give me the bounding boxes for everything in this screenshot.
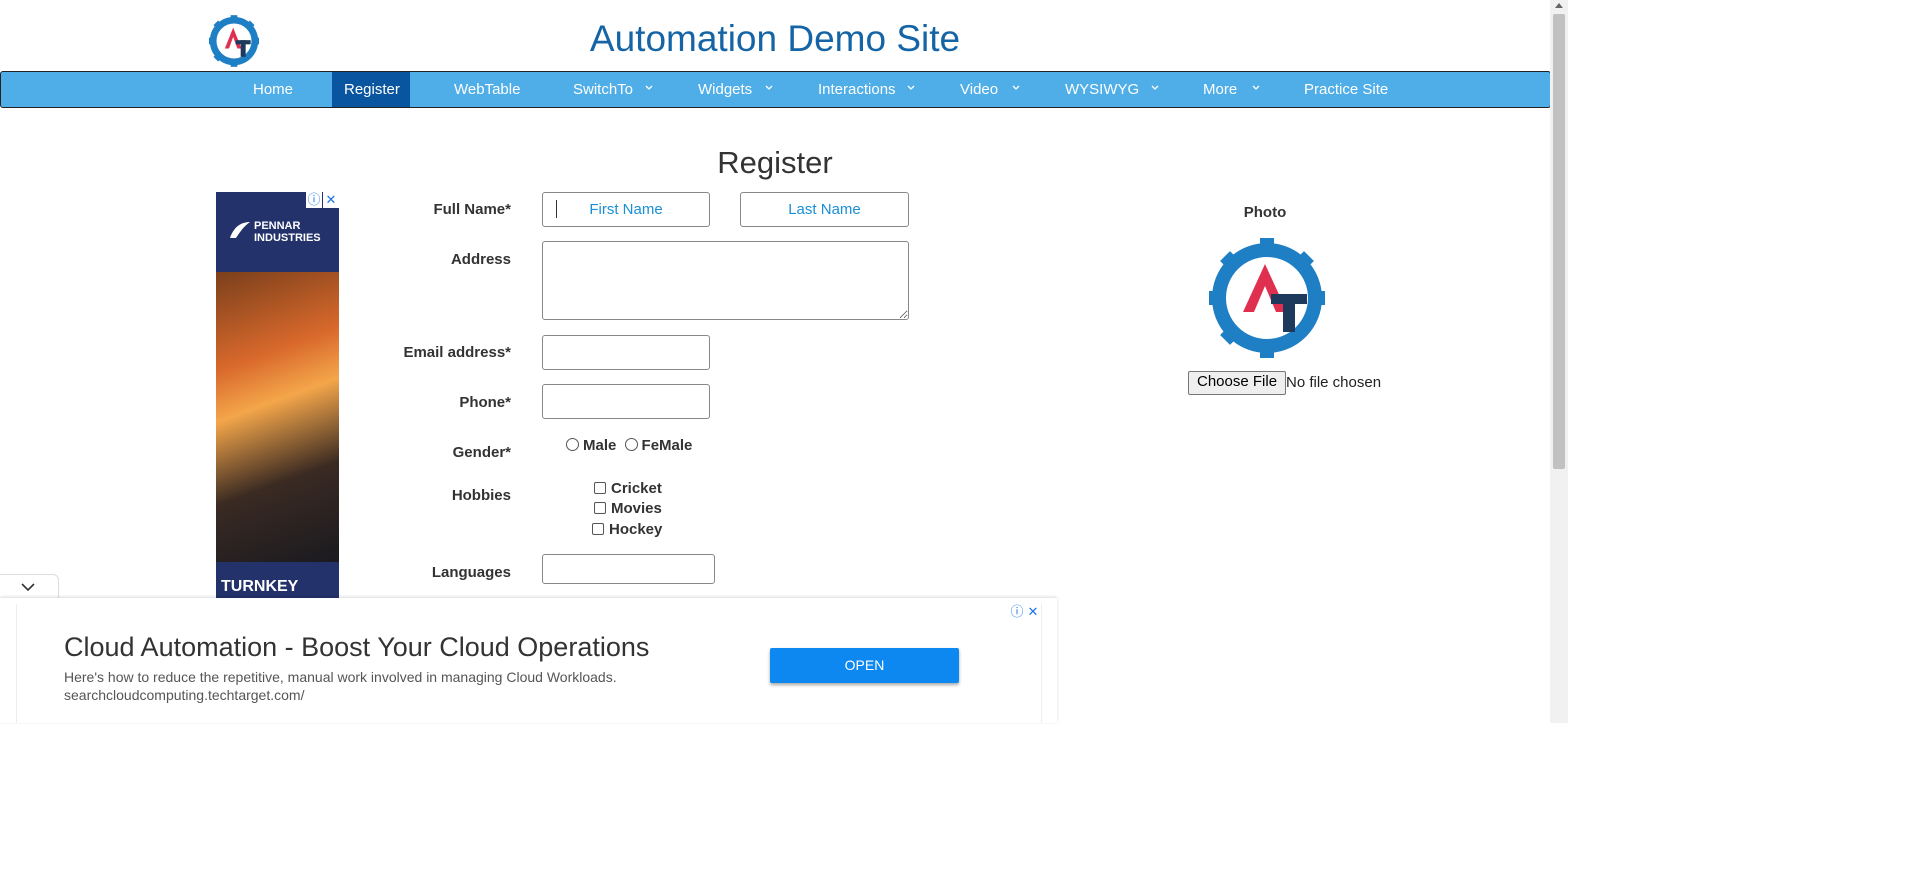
bottom-ad-url[interactable]: searchcloudcomputing.techtarget.com/ — [64, 687, 304, 703]
ad-open-button[interactable]: OPEN — [770, 648, 959, 683]
file-status-text: No file chosen — [1286, 374, 1382, 391]
chevron-down-icon[interactable] — [645, 84, 653, 92]
nav-home[interactable]: Home — [241, 72, 305, 107]
phone-input[interactable] — [542, 384, 710, 419]
hobby-hockey-label[interactable]: Hockey — [609, 521, 662, 538]
chevron-down-icon[interactable] — [765, 84, 773, 92]
photo-label: Photo — [1243, 204, 1287, 221]
ad-collapse-tab[interactable] — [0, 574, 59, 599]
close-icon[interactable]: ✕ — [1025, 604, 1041, 620]
vertical-scrollbar[interactable] — [1550, 0, 1568, 723]
text-cursor — [556, 200, 557, 218]
address-label: Address — [450, 251, 511, 268]
scroll-up-arrow-icon[interactable] — [1555, 3, 1563, 8]
full-name-label: Full Name* — [433, 201, 511, 218]
hobby-hockey[interactable]: Hockey — [592, 521, 662, 538]
gender-label: Gender* — [452, 444, 511, 461]
chevron-down-icon[interactable] — [21, 582, 35, 592]
languages-label: Languages — [431, 564, 511, 581]
gender-options: Male FeMale — [566, 437, 692, 454]
nav-interactions[interactable]: Interactions — [806, 72, 908, 107]
nav-practice-site[interactable]: Practice Site — [1292, 72, 1400, 107]
gender-female-label[interactable]: FeMale — [642, 437, 693, 454]
brand-logo-icon — [230, 222, 250, 238]
choose-file-button[interactable]: Choose File — [1188, 371, 1287, 395]
hobby-movies-label[interactable]: Movies — [611, 500, 662, 517]
hobby-cricket-label[interactable]: Cricket — [611, 480, 662, 497]
first-name-input[interactable] — [542, 192, 710, 227]
last-name-input[interactable] — [740, 192, 909, 227]
chevron-down-icon[interactable] — [1151, 84, 1159, 92]
gender-female-radio[interactable] — [624, 438, 638, 451]
hobby-movies[interactable]: Movies — [594, 500, 662, 517]
chevron-down-icon[interactable] — [1252, 84, 1260, 92]
email-input[interactable] — [542, 335, 710, 370]
ad-tagline: TURNKEY — [221, 578, 299, 595]
nav-widgets[interactable]: Widgets — [686, 72, 764, 107]
nav-switchto[interactable]: SwitchTo — [561, 72, 645, 107]
address-textarea[interactable] — [542, 241, 909, 320]
hobby-hockey-checkbox[interactable] — [592, 523, 604, 535]
ad-image — [216, 272, 339, 562]
languages-multiselect[interactable] — [542, 554, 715, 584]
gender-male-radio[interactable] — [566, 438, 579, 451]
ad-brand-line2: INDUSTRIES — [254, 232, 321, 244]
chevron-down-icon[interactable] — [907, 84, 915, 92]
gender-male-label[interactable]: Male — [583, 437, 616, 454]
site-header: Automation Demo Site — [0, 0, 1550, 72]
page-title: Register — [717, 145, 833, 180]
bottom-ad-description: Here's how to reduce the repetitive, man… — [64, 669, 617, 685]
scrollbar-thumb[interactable] — [1553, 14, 1565, 469]
chevron-down-icon[interactable] — [1012, 84, 1020, 92]
info-icon[interactable]: ⓘ — [1009, 604, 1025, 620]
nav-video[interactable]: Video — [948, 72, 1010, 107]
ad-brand-name: PENNAR INDUSTRIES — [254, 220, 321, 244]
site-title: Automation Demo Site — [589, 18, 961, 59]
hobbies-label: Hobbies — [451, 487, 511, 504]
hobby-cricket-checkbox[interactable] — [594, 482, 606, 494]
nav-wysiwyg[interactable]: WYSIWYG — [1053, 72, 1151, 107]
hobby-cricket[interactable]: Cricket — [594, 480, 662, 497]
ad-brand-line1: PENNAR — [254, 220, 301, 232]
phone-label: Phone* — [459, 394, 511, 411]
nav-webtable[interactable]: WebTable — [442, 72, 532, 107]
hobby-movies-checkbox[interactable] — [594, 502, 606, 514]
nav-more[interactable]: More — [1191, 72, 1249, 107]
bottom-ad-title[interactable]: Cloud Automation - Boost Your Cloud Oper… — [64, 632, 649, 663]
photo-preview-logo-icon — [1209, 238, 1325, 358]
nav-register[interactable]: Register — [332, 72, 410, 107]
main-navbar: Home Register WebTable SwitchTo Widgets … — [0, 71, 1551, 108]
email-label: Email address* — [403, 344, 511, 361]
